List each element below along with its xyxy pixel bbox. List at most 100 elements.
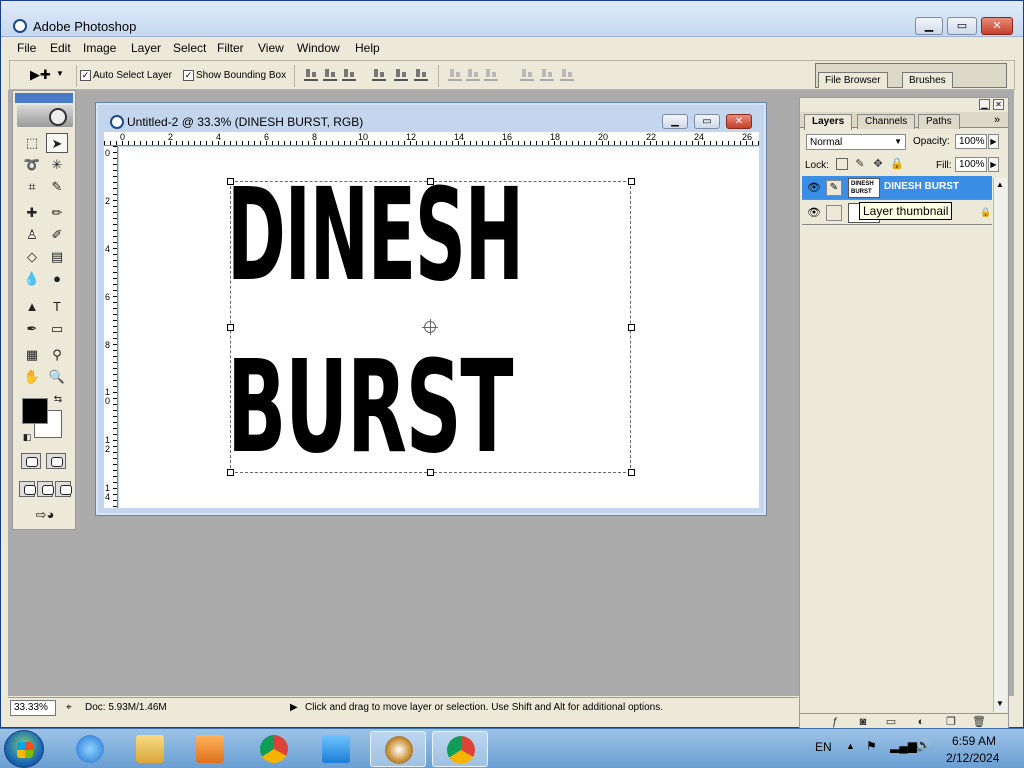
menu-help[interactable]: Help xyxy=(355,41,380,55)
horizontal-ruler[interactable] xyxy=(104,132,759,146)
document-minimize-button[interactable]: ▁ xyxy=(662,114,688,129)
distribute-vertical-centers-icon[interactable] xyxy=(466,69,480,81)
history-brush-tool-icon[interactable]: ✐ xyxy=(46,225,68,245)
clone-stamp-tool-icon[interactable]: ♙ xyxy=(21,225,43,245)
gradient-tool-icon[interactable]: ▤ xyxy=(46,247,68,267)
taskbar-file-explorer[interactable] xyxy=(122,731,178,767)
scroll-up-icon[interactable]: ▲ xyxy=(996,180,1004,189)
blend-mode-select[interactable]: Normal ▼ xyxy=(806,134,906,150)
blur-tool-icon[interactable]: 💧 xyxy=(21,269,43,289)
transform-handle[interactable] xyxy=(628,469,635,476)
eraser-tool-icon[interactable]: ◇ xyxy=(21,247,43,267)
document-icon[interactable] xyxy=(110,115,124,129)
shape-tool-icon[interactable]: ▭ xyxy=(46,319,68,339)
opacity-slider-arrow-icon[interactable]: ▶ xyxy=(988,134,999,149)
slice-tool-icon[interactable]: ✎ xyxy=(46,177,68,197)
menu-layer[interactable]: Layer xyxy=(131,41,161,55)
foreground-color-swatch[interactable] xyxy=(22,398,48,424)
taskbar-media-player[interactable] xyxy=(182,731,238,767)
menu-filter[interactable]: Filter xyxy=(217,41,244,55)
lock-image-pixels-icon[interactable]: ✎ xyxy=(854,158,866,170)
healing-brush-tool-icon[interactable]: ✚ xyxy=(21,203,43,223)
transform-handle[interactable] xyxy=(227,469,234,476)
distribute-bottom-edges-icon[interactable] xyxy=(484,69,498,81)
fill-field[interactable]: 100% xyxy=(955,157,987,172)
opacity-field[interactable]: 100% xyxy=(955,134,987,149)
tab-layers[interactable]: Layers xyxy=(804,114,853,130)
distribute-top-edges-icon[interactable] xyxy=(448,69,462,81)
add-mask-icon[interactable]: ◙ xyxy=(856,715,870,729)
transform-handle[interactable] xyxy=(227,178,234,185)
well-tab-file-browser[interactable]: File Browser xyxy=(818,72,888,88)
status-menu-arrow-icon[interactable]: ▶ xyxy=(290,702,298,713)
default-colors-icon[interactable]: ◧ xyxy=(21,431,33,443)
transform-handle[interactable] xyxy=(628,324,635,331)
layer-link-icon[interactable] xyxy=(826,205,842,221)
taskbar-remote-app[interactable] xyxy=(308,731,364,767)
eyedropper-tool-icon[interactable]: ⚲ xyxy=(46,345,68,365)
notes-tool-icon[interactable]: ▦ xyxy=(21,345,43,365)
marquee-tool-icon[interactable]: ⬚ xyxy=(21,133,43,153)
lock-transparent-pixels-icon[interactable] xyxy=(836,158,848,170)
type-tool-icon[interactable]: T xyxy=(46,297,68,317)
full-screen-menu-mode-button[interactable] xyxy=(37,481,54,497)
delete-layer-icon[interactable]: 🗑 xyxy=(972,715,986,729)
standard-screen-mode-button[interactable] xyxy=(19,481,36,497)
palette-menu-icon[interactable]: » xyxy=(994,114,1000,126)
quick-mask-mode-button[interactable] xyxy=(46,453,66,469)
reference-point-icon[interactable] xyxy=(422,319,438,335)
standard-mode-button[interactable] xyxy=(21,453,41,469)
close-button[interactable]: ✕ xyxy=(981,17,1013,35)
move-tool-preset-icon[interactable]: ▶✚ xyxy=(30,67,51,83)
auto-select-layer-checkbox[interactable]: ✓ xyxy=(80,70,91,81)
lasso-tool-icon[interactable]: ➰ xyxy=(21,155,43,175)
zoom-level-field[interactable]: 33.33% xyxy=(10,700,56,716)
layer-row-dinesh-burst[interactable]: 👁 ✎ DINESH BURST DINESH BURST xyxy=(802,176,992,200)
align-vertical-centers-icon[interactable] xyxy=(323,69,337,81)
photoshop-logo-icon[interactable] xyxy=(17,105,73,127)
minimize-button[interactable]: ▁ xyxy=(915,17,943,35)
palette-close-icon[interactable]: ✕ xyxy=(993,99,1004,110)
magic-wand-tool-icon[interactable]: ✳ xyxy=(46,155,68,175)
menu-file[interactable]: File xyxy=(17,41,36,55)
menu-edit[interactable]: Edit xyxy=(50,41,71,55)
action-center-flag-icon[interactable]: ⚑ xyxy=(866,739,877,753)
document-close-button[interactable]: ✕ xyxy=(726,114,752,129)
pen-tool-icon[interactable]: ✒ xyxy=(21,319,43,339)
start-button[interactable] xyxy=(4,730,44,768)
lock-position-icon[interactable]: ✥ xyxy=(872,158,884,170)
scroll-down-icon[interactable]: ▼ xyxy=(996,699,1004,708)
brush-tool-icon[interactable]: ✏ xyxy=(46,203,68,223)
distribute-right-edges-icon[interactable] xyxy=(560,69,574,81)
network-icon[interactable]: ▂▄▆ xyxy=(890,739,917,753)
layer-thumbnail[interactable]: DINESH BURST xyxy=(848,178,880,198)
document-maximize-button[interactable]: ▭ xyxy=(694,114,720,129)
new-layer-icon[interactable]: ❐ xyxy=(944,715,958,729)
document-canvas[interactable]: DINESH BURST xyxy=(119,147,759,508)
well-tab-brushes[interactable]: Brushes xyxy=(902,72,953,88)
language-indicator[interactable]: EN xyxy=(815,740,832,754)
align-horizontal-centers-icon[interactable] xyxy=(394,69,408,81)
layer-visibility-eye-icon[interactable]: 👁 xyxy=(806,205,822,221)
layer-style-icon[interactable]: ƒ xyxy=(828,715,842,729)
maximize-button[interactable]: ▭ xyxy=(947,17,977,35)
jump-to-imageready-icon[interactable]: ⇨◕ xyxy=(21,505,69,525)
align-left-edges-icon[interactable] xyxy=(372,69,386,81)
show-bounding-box-checkbox[interactable]: ✓ xyxy=(183,70,194,81)
menu-image[interactable]: Image xyxy=(83,41,116,55)
transform-handle[interactable] xyxy=(227,324,234,331)
zoom-tool-icon[interactable]: 🔍 xyxy=(46,367,68,387)
align-right-edges-icon[interactable] xyxy=(414,69,428,81)
taskbar-internet-explorer[interactable] xyxy=(62,731,118,767)
document-title-bar[interactable]: Untitled-2 @ 33.3% (DINESH BURST, RGB) ▁… xyxy=(106,111,756,133)
adjustment-layer-icon[interactable]: ◐ xyxy=(914,715,928,729)
menu-view[interactable]: View xyxy=(258,41,284,55)
toolbox-header[interactable] xyxy=(15,93,73,103)
dodge-tool-icon[interactable]: ● xyxy=(46,269,68,289)
taskbar-chrome[interactable] xyxy=(246,731,302,767)
tab-channels[interactable]: Channels xyxy=(857,114,916,129)
title-bar[interactable]: Adobe Photoshop ▁ ▭ ✕ xyxy=(1,1,1023,37)
transform-handle[interactable] xyxy=(427,178,434,185)
document-size[interactable]: Doc: 5.93M/1.46M xyxy=(85,702,167,713)
new-group-icon[interactable]: ▭ xyxy=(884,715,898,729)
